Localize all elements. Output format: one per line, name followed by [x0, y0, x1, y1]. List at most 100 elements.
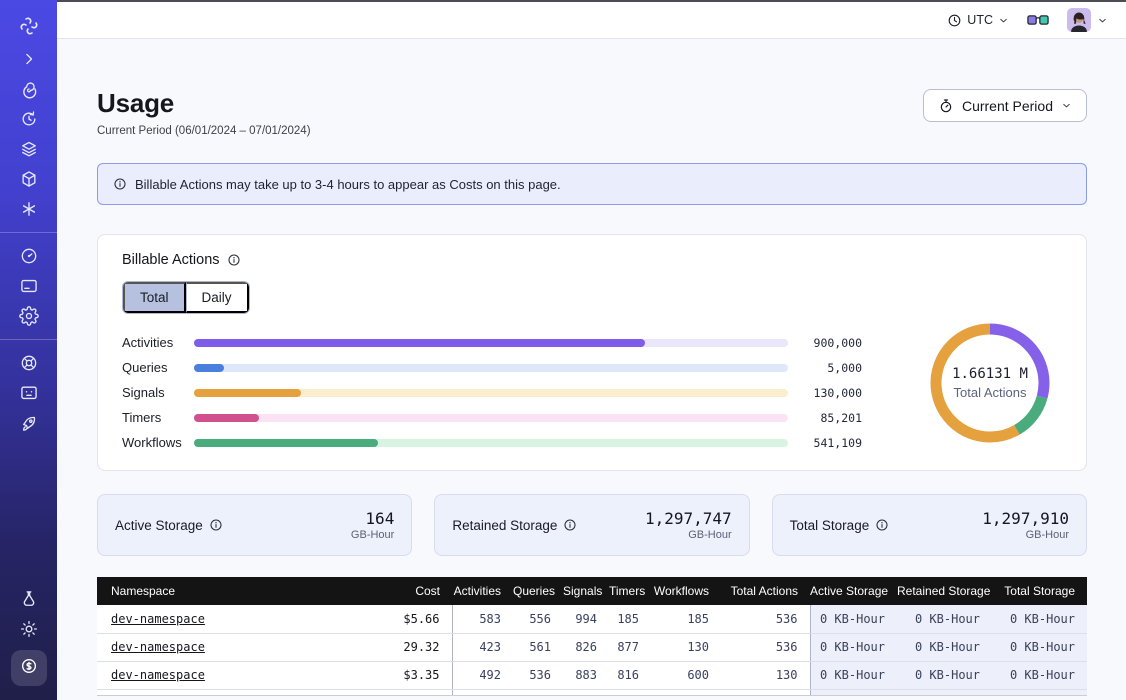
info-icon [113, 177, 127, 191]
storage-card-value: 1,297,747 [645, 509, 732, 528]
sun-icon[interactable] [19, 619, 39, 639]
bar-fill [194, 339, 645, 347]
info-icon[interactable] [875, 518, 889, 532]
cube-icon[interactable] [19, 169, 39, 189]
table-cell: 561 [513, 633, 563, 661]
storage-card-unit: GB-Hour [351, 529, 394, 541]
table-cell [513, 689, 563, 696]
bar-value: 5,000 [800, 361, 862, 375]
tab-total[interactable]: Total [123, 282, 186, 313]
bar-row-queries: Queries 5,000 [122, 355, 862, 380]
namespace-link[interactable]: dev-namespace [111, 668, 205, 682]
table-cell: 0 KB-Hour [897, 633, 992, 661]
column-header-namespace: Namespace [97, 577, 357, 605]
temporal-logo[interactable] [17, 14, 41, 38]
column-header-timers: Timers [609, 577, 651, 605]
tab-daily[interactable]: Daily [186, 282, 249, 313]
sidebar-divider [0, 339, 57, 340]
console-icon[interactable] [19, 383, 39, 403]
user-menu[interactable] [1067, 8, 1108, 32]
bar-label: Signals [122, 385, 186, 400]
bar-row-activities: Activities 900,000 [122, 330, 862, 355]
table-cell: 583 [452, 605, 513, 633]
donut-total-label: Total Actions [954, 385, 1027, 400]
bar-row-workflows: Workflows541,109 [122, 430, 862, 455]
dollar-coin-icon [19, 656, 39, 681]
table-cell: 536 [721, 633, 810, 661]
bar-row-signals: Signals130,000 [122, 380, 862, 405]
page-subtitle: Current Period (06/01/2024 – 07/01/2024) [97, 125, 311, 137]
table-cell [992, 689, 1087, 696]
bar-value: 541,109 [800, 436, 862, 450]
namespace-cell: dev-namespace [97, 661, 357, 689]
main-area: UTC Usage Current Period (06/ [57, 0, 1126, 700]
table-cell [609, 689, 651, 696]
table-cell [651, 689, 721, 696]
table-row: dev-namespace29.324235618268771305360 KB… [97, 633, 1087, 661]
table-cell: 0 KB-Hour [810, 605, 897, 633]
flask-icon[interactable] [19, 589, 39, 609]
bar-value: 85,201 [800, 411, 862, 425]
period-selector-button[interactable]: Current Period [923, 89, 1087, 122]
gauge-icon[interactable] [19, 246, 39, 266]
credit-card-icon[interactable] [19, 276, 39, 296]
bar-label: Activities [122, 335, 186, 350]
bar-track [194, 414, 788, 422]
rocket-icon[interactable] [19, 413, 39, 433]
table-cell: 883 [563, 661, 609, 689]
column-header-active-storage: Active Storage [810, 577, 897, 605]
storage-card-value: 164 [365, 509, 394, 528]
spiral-icon[interactable] [19, 79, 39, 99]
table-cell: 0 KB-Hour [992, 605, 1087, 633]
column-header-signals: Signals [563, 577, 609, 605]
table-cell: 877 [609, 633, 651, 661]
stopwatch-icon [938, 98, 954, 114]
table-cell: $3.35 [357, 661, 452, 689]
info-banner: Billable Actions may take up to 3-4 hour… [97, 163, 1087, 205]
asterisk-icon[interactable] [19, 199, 39, 219]
table-cell: 826 [563, 633, 609, 661]
billing-coin-button[interactable] [11, 650, 47, 686]
billable-view-tabs: TotalDaily [122, 281, 250, 314]
sidebar-divider [0, 232, 57, 233]
chevron-right-icon[interactable] [19, 49, 39, 69]
column-header-total-storage: Total Storage [992, 577, 1087, 605]
gear-icon[interactable] [19, 306, 39, 326]
storage-card-unit: GB-Hour [688, 529, 731, 541]
column-header-retained-storage: Retained Storage [897, 577, 992, 605]
timezone-label: UTC [967, 13, 993, 27]
bar-value: 900,000 [800, 336, 862, 350]
table-row: dev-namespace$5.665835569941851855360 KB… [97, 605, 1087, 633]
glasses-icon[interactable] [1027, 13, 1049, 28]
table-cell: 29.32 [357, 633, 452, 661]
namespace-cell: dev-namespace [97, 605, 357, 633]
chevron-down-icon [998, 15, 1009, 26]
table-cell: $5.66 [357, 605, 452, 633]
table-cell: 536 [721, 605, 810, 633]
billable-bar-chart: Activities 900,000 Queries 5,000 Signals130,… [122, 330, 862, 455]
chevron-down-icon [1097, 15, 1108, 26]
table-cell: 185 [609, 605, 651, 633]
bar-fill [194, 439, 378, 447]
namespace-cell: dev-namespace [97, 689, 357, 696]
table-cell: 0 KB-Hour [992, 633, 1087, 661]
table-cell: 816 [609, 661, 651, 689]
namespace-link[interactable]: dev-namespace [111, 640, 205, 654]
bar-track [194, 389, 788, 397]
column-header-queries: Queries [513, 577, 563, 605]
history-clock-icon[interactable] [19, 109, 39, 129]
lifebuoy-icon[interactable] [19, 353, 39, 373]
total-storage-card: Total Storage1,297,910GB-Hour [772, 494, 1087, 556]
namespace-link[interactable]: dev-namespace [111, 612, 205, 626]
timezone-selector[interactable]: UTC [947, 13, 1009, 28]
info-icon[interactable] [209, 518, 223, 532]
table-cell [563, 689, 609, 696]
billable-actions-card: Billable Actions TotalDaily Activities90… [97, 234, 1087, 471]
table-cell: 130 [721, 661, 810, 689]
layers-icon[interactable] [19, 139, 39, 159]
bar-label: Queries [122, 360, 186, 375]
info-icon[interactable] [563, 518, 577, 532]
clock-icon [947, 13, 962, 28]
info-icon[interactable] [227, 253, 241, 267]
column-header-cost: Cost [357, 577, 452, 605]
